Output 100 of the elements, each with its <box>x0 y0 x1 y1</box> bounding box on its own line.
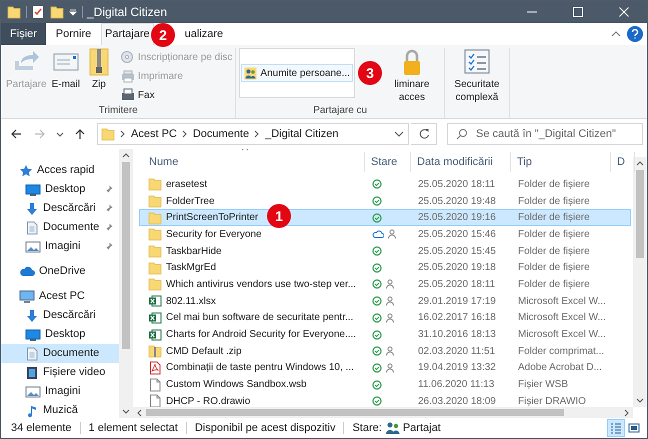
file-row[interactable]: Cel mai bun software de securitate pentr... 16.02.2017 16:18 Microsoft Excel W... <box>139 310 631 326</box>
help-button[interactable] <box>627 26 643 42</box>
date-modified: 26.03.2020 18:09 <box>417 394 497 409</box>
address-field[interactable]: Acest PC Documente _Digital Citizen <box>97 123 409 145</box>
file-icon <box>148 394 162 408</box>
file-type: Microsoft Excel W... <box>517 311 607 326</box>
file-type: Folder de fișiere <box>517 261 591 276</box>
ribbon-tab[interactable]: Partajare <box>101 23 154 45</box>
download-arrow-icon <box>25 308 39 322</box>
sidebar-item[interactable]: Imagini <box>1 382 119 401</box>
chevron-left-icon <box>136 408 142 416</box>
sidebar-item[interactable]: Acest PC <box>1 287 119 306</box>
monitor-icon <box>25 328 41 342</box>
date-modified: 29.01.2019 17:19 <box>417 294 497 309</box>
sidebar-item[interactable]: Desktop <box>1 325 119 344</box>
date-modified: 11.06.2020 11:13 <box>417 378 496 392</box>
file-type: Microsoft Excel W... <box>517 294 607 309</box>
picture-icon <box>25 384 41 398</box>
column-header[interactable]: Tip <box>511 152 611 172</box>
large-icons-view-icon <box>628 422 640 434</box>
file-type: Microsoft Excel W... <box>517 328 607 342</box>
file-name: CMD Default .zip <box>166 344 242 359</box>
folder-icon <box>148 177 162 192</box>
sidebar-item[interactable]: Muzică <box>1 401 119 418</box>
file-name: Security for Everyone <box>166 228 262 242</box>
download-arrow-icon <box>25 202 39 216</box>
column-header[interactable]: Data modificării <box>411 152 511 172</box>
file-row[interactable]: 802.11.xlsx 29.01.2019 17:19 Microsoft Excel W... <box>139 292 631 310</box>
scrollbar[interactable] <box>119 149 133 418</box>
folder-icon <box>148 210 162 225</box>
file-type: Folder de fișiere <box>517 211 591 226</box>
folder-icon <box>148 194 162 208</box>
folder-icon <box>148 277 162 292</box>
column-header[interactable]: Nume <box>133 152 365 172</box>
scrollbar-thumb[interactable] <box>146 409 564 416</box>
date-modified: 25.05.2020 19:18 <box>417 261 497 276</box>
ribbon-tab[interactable]: Fișier <box>1 23 46 45</box>
date-modified: 19.04.2019 13:32 <box>417 361 497 376</box>
pin-icon <box>104 242 113 251</box>
sidebar-item[interactable]: OneDrive <box>1 262 119 281</box>
file-name: Charts for Android Security for Everyone.... <box>166 328 356 342</box>
folder-icon <box>148 260 162 275</box>
file-row[interactable]: erasetest 25.05.2020 18:11 Folder de fișiere <box>139 176 631 193</box>
file-name: PrintScreenToPrinter <box>166 211 258 226</box>
file-row[interactable]: Custom Windows Sandbox.wsb 11.06.2020 11:13 Fișier WSB <box>139 376 631 393</box>
up-arrow-icon <box>73 127 87 141</box>
breadcrumb[interactable]: Documente <box>192 126 250 142</box>
file-row[interactable]: DHCP - RO.drawio 26.03.2020 18:09 Fișier DRAWIO <box>139 392 631 410</box>
file-row[interactable]: Which antivirus vendors use two-step ver... 25.05.2020 18:11 Folder de fișiere <box>139 276 631 293</box>
pin-icon <box>104 204 113 213</box>
breadcrumb[interactable]: Acest PC <box>131 126 177 142</box>
sidebar-item[interactable]: Imagini <box>1 237 119 256</box>
file-type: Fișier DRAWIO <box>517 394 587 409</box>
scrollbar-thumb[interactable] <box>122 162 130 349</box>
properties-icon <box>32 5 44 19</box>
search-field[interactable]: Se caută în "_Digital Citizen" <box>447 123 643 145</box>
date-modified: 16.02.2017 16:18 <box>417 311 497 326</box>
file-row[interactable]: Security for Everyone 25.05.2020 15:46 Folder de fișiere <box>139 226 631 243</box>
file-row[interactable]: Combinații de taste pentru Windows 10, ... 19.04.2019 13:32 Adobe Acrobat D... <box>139 360 631 376</box>
chevron-right-icon <box>120 130 126 138</box>
file-type: Adobe Acrobat D... <box>517 361 603 376</box>
cloud-icon <box>19 264 35 278</box>
ribbon-button[interactable]: liminare acces <box>382 48 441 104</box>
refresh-button[interactable] <box>411 123 437 145</box>
ribbon-button[interactable]: Securitate complexă <box>448 48 506 104</box>
file-row[interactable]: TaskMgrEd 25.05.2020 19:18 Folder de fișiere <box>139 259 631 276</box>
scrollbar[interactable] <box>633 157 647 407</box>
caret-icon <box>68 7 78 17</box>
spreadsheet-icon <box>148 310 162 325</box>
file-name: DHCP - RO.drawio <box>166 394 250 409</box>
sidebar-item[interactable]: Fișiere video <box>1 363 119 382</box>
file-name: TaskbarHide <box>166 244 222 259</box>
chevron-up-icon <box>122 152 130 158</box>
sidebar-item[interactable]: Descărcări <box>1 199 119 218</box>
pdf-icon <box>148 360 162 375</box>
scrollbar[interactable] <box>133 407 633 418</box>
sidebar-item[interactable]: Acces rapid <box>1 161 119 180</box>
spreadsheet-icon <box>148 328 162 342</box>
file-row[interactable]: TaskbarHide 25.05.2020 15:45 Folder de fișiere <box>139 242 631 260</box>
breadcrumb[interactable]: _Digital Citizen <box>265 126 338 142</box>
sidebar-item[interactable]: Descărcări <box>1 306 119 325</box>
column-header[interactable]: Stare <box>365 152 411 172</box>
sidebar-item[interactable]: Documente <box>1 344 119 363</box>
ribbon-button[interactable]: E-mail <box>50 48 82 91</box>
minimize-icon <box>527 11 537 13</box>
question-mark-icon <box>631 29 639 39</box>
document-icon <box>25 220 39 234</box>
sidebar-item[interactable]: Documente <box>1 218 119 237</box>
zipped-folder-icon <box>148 344 162 358</box>
ribbon-button[interactable]: Zip <box>82 48 115 91</box>
view-button[interactable] <box>607 419 625 437</box>
scrollbar-thumb[interactable] <box>636 170 644 258</box>
sidebar-item[interactable]: Desktop <box>1 180 119 199</box>
gallery-item[interactable]: Anumite persoane... <box>241 64 353 82</box>
date-modified: 25.05.2020 19:16 <box>417 211 497 226</box>
printer-icon <box>120 69 135 83</box>
file-row[interactable]: Charts for Android Security for Everyone.... 31.10.2016 18:13 Microsoft Excel W... <box>139 326 631 343</box>
file-row[interactable]: CMD Default .zip 02.03.2020 11:51 Folder comprimat... <box>139 342 631 360</box>
ribbon-button[interactable]: Fax <box>120 86 232 104</box>
date-modified: 25.05.2020 15:46 <box>417 228 497 242</box>
